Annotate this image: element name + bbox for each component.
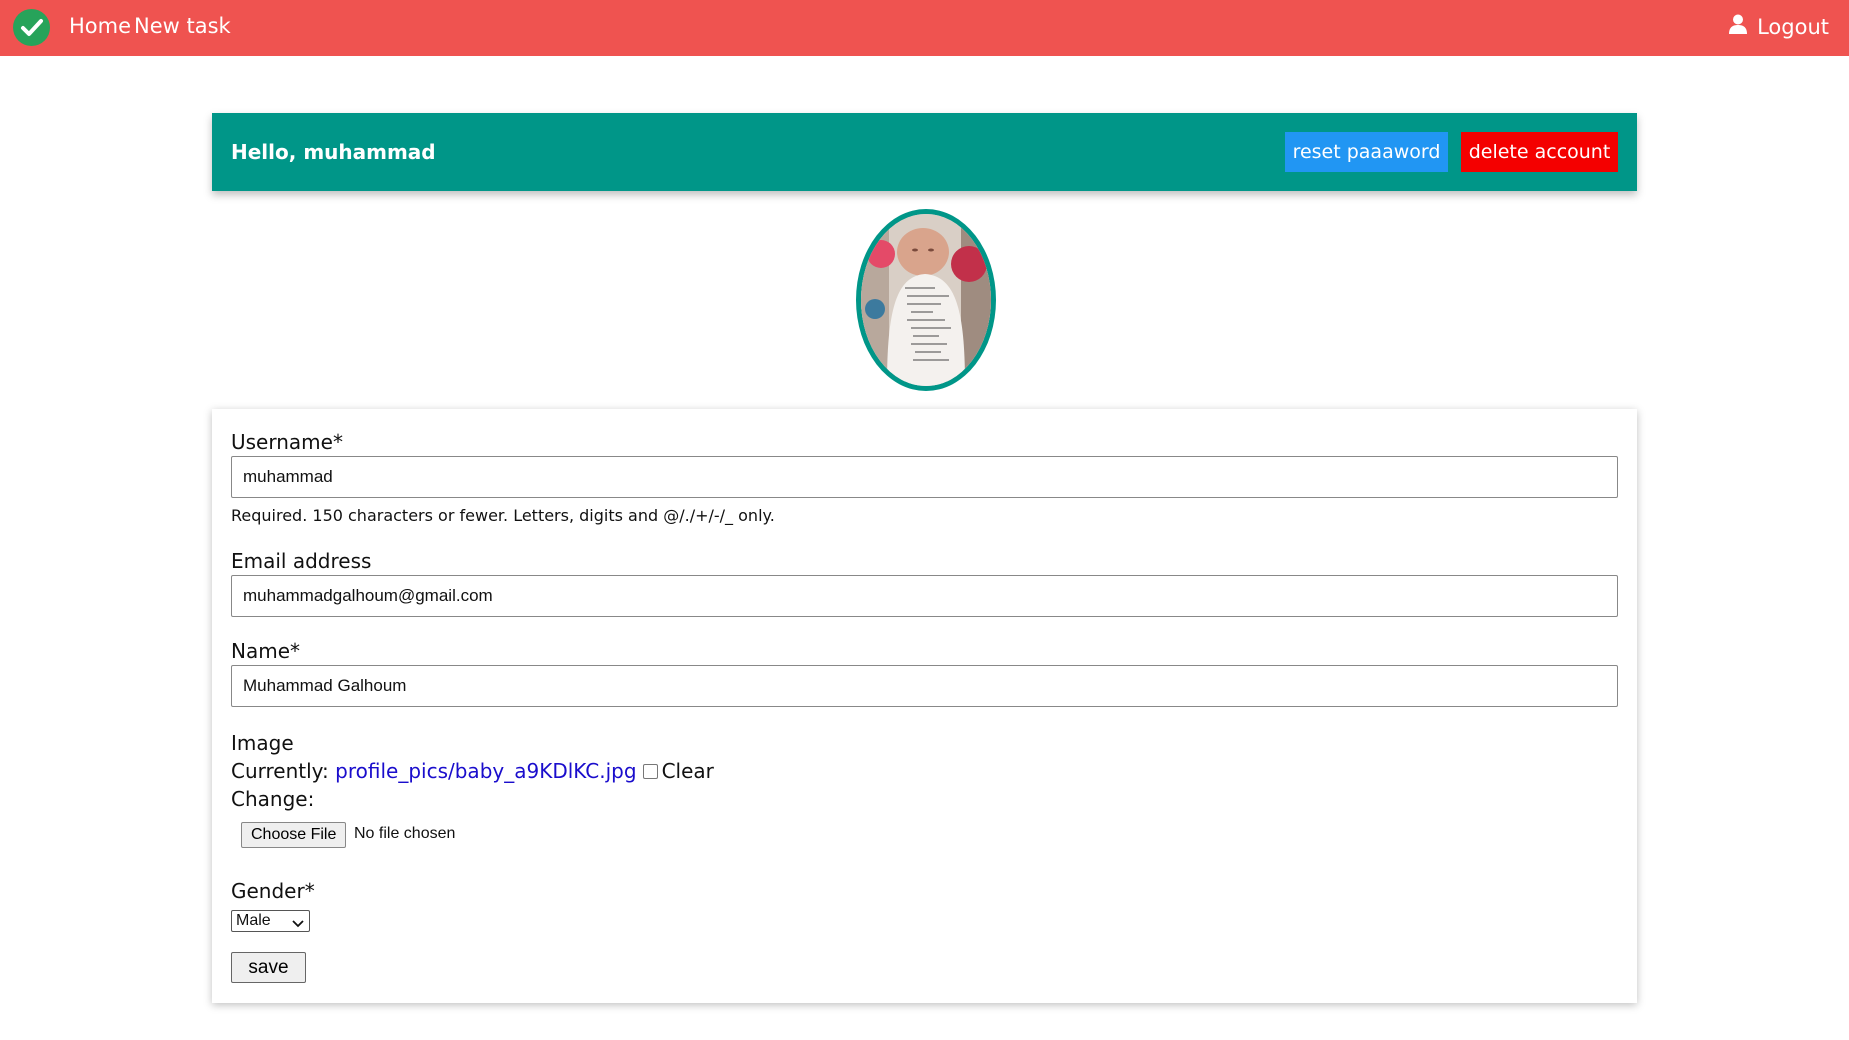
no-file-text: No file chosen <box>354 825 456 842</box>
email-label: Email address <box>231 549 372 573</box>
name-label: Name* <box>231 639 301 663</box>
profile-avatar <box>856 209 996 391</box>
top-navbar: Home New task Logout <box>0 0 1849 56</box>
chevron-down-icon <box>292 915 304 933</box>
profile-form: Username* Required. 150 characters or fe… <box>212 409 1637 1003</box>
check-logo-icon[interactable] <box>13 9 50 46</box>
clear-label: Clear <box>661 759 714 783</box>
nav-home-link[interactable]: Home <box>69 14 131 38</box>
email-input[interactable] <box>231 575 1618 617</box>
change-label: Change: <box>231 787 315 811</box>
username-label: Username* <box>231 430 343 454</box>
logout-label: Logout <box>1757 14 1829 39</box>
current-image-row: Currently: profile_pics/baby_a9KDlKC.jpg… <box>231 759 714 783</box>
save-button[interactable]: save <box>231 952 306 983</box>
name-input[interactable] <box>231 665 1618 707</box>
gender-selected-value: Male <box>236 912 271 929</box>
delete-account-button[interactable]: delete account <box>1461 132 1618 172</box>
nav-new-task-link[interactable]: New task <box>134 14 231 38</box>
current-image-link[interactable]: profile_pics/baby_a9KDlKC.jpg <box>335 759 636 783</box>
user-icon <box>1729 14 1748 39</box>
username-help-text: Required. 150 characters or fewer. Lette… <box>231 506 775 525</box>
choose-file-button[interactable]: Choose File <box>241 822 347 848</box>
gender-select[interactable]: Male <box>231 910 310 932</box>
gender-label: Gender* <box>231 879 315 903</box>
username-input[interactable] <box>231 456 1618 498</box>
reset-password-button[interactable]: reset paaaword <box>1285 132 1448 172</box>
currently-label: Currently: <box>231 759 329 783</box>
logout-link[interactable]: Logout <box>1729 14 1829 39</box>
clear-checkbox[interactable] <box>642 763 658 779</box>
greeting-text: Hello, muhammad <box>231 140 436 164</box>
profile-header: Hello, muhammad reset paaaword delete ac… <box>212 113 1637 191</box>
image-label: Image <box>231 731 294 755</box>
